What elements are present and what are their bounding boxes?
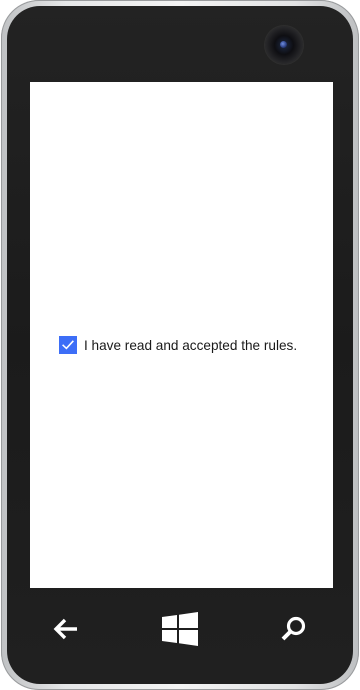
windows-logo-icon — [162, 612, 198, 646]
rules-accept-checkbox-row[interactable]: I have read and accepted the rules. — [59, 336, 297, 354]
app-screen: I have read and accepted the rules. — [30, 82, 333, 588]
checkmark-icon — [62, 340, 74, 350]
rules-accept-checkbox[interactable] — [59, 336, 77, 354]
start-button[interactable] — [150, 598, 210, 660]
front-camera-icon — [265, 26, 303, 64]
search-icon — [281, 616, 306, 641]
back-button[interactable] — [36, 598, 96, 660]
back-arrow-icon — [53, 618, 77, 640]
rules-accept-label[interactable]: I have read and accepted the rules. — [84, 338, 297, 353]
search-button[interactable] — [264, 598, 324, 660]
hardware-nav-bar — [0, 598, 360, 660]
